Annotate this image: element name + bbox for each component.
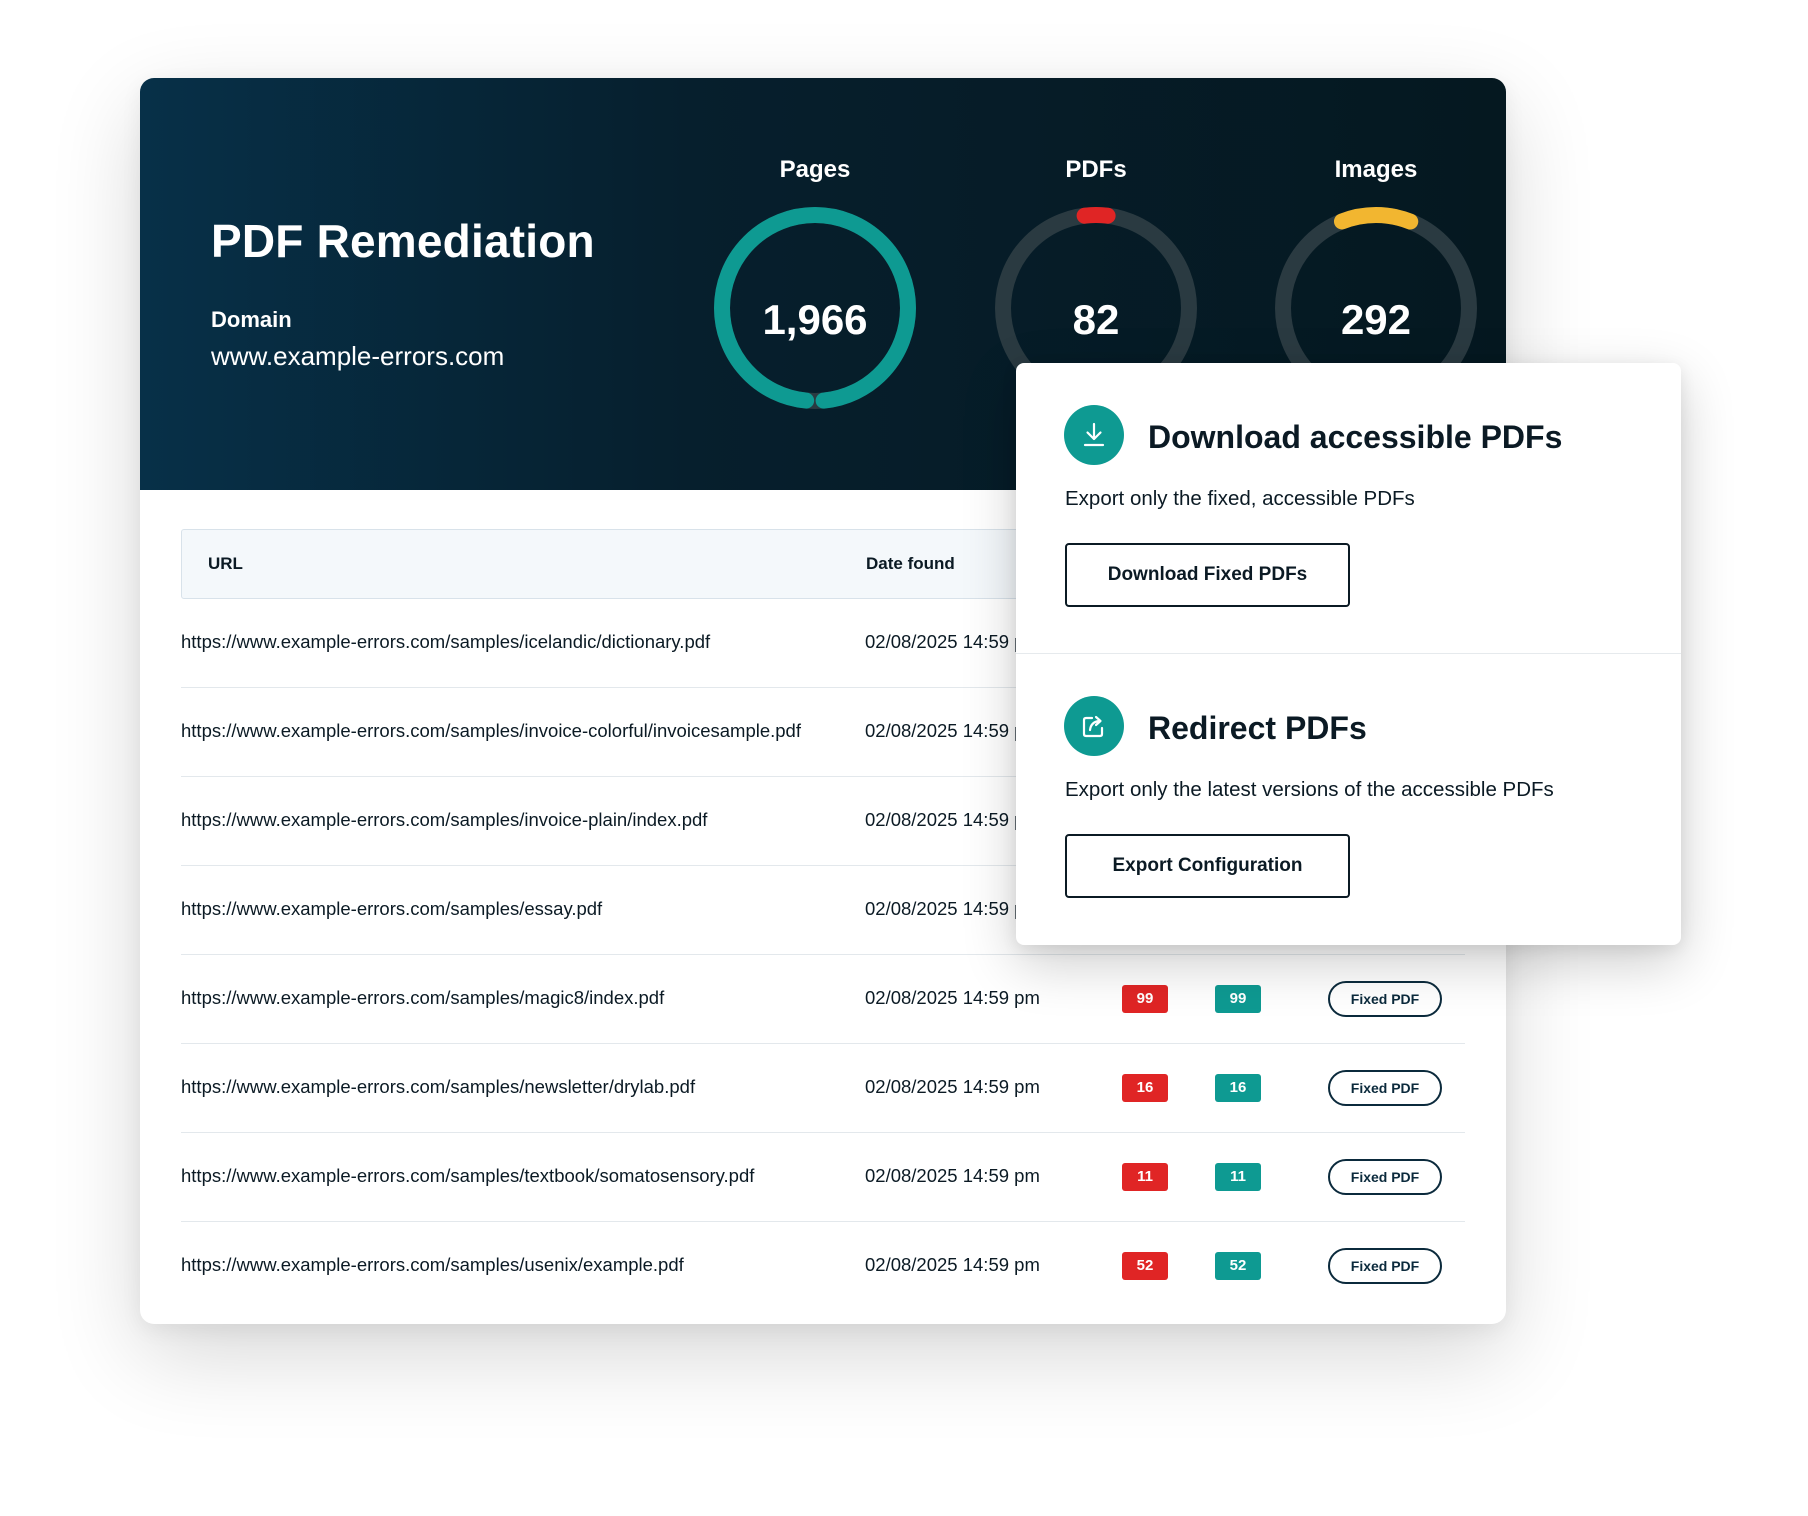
metric-value: 292 bbox=[1340, 296, 1412, 343]
download-description: Export only the fixed, accessible PDFs bbox=[1065, 487, 1415, 510]
fixed-pdf-button[interactable]: Fixed PDF bbox=[1328, 981, 1442, 1017]
table-row: https://www.example-errors.com/samples/u… bbox=[181, 1222, 1465, 1311]
column-header-date[interactable]: Date found bbox=[866, 554, 955, 574]
table-row: https://www.example-errors.com/samples/n… bbox=[181, 1044, 1465, 1133]
error-count-badge: 16 bbox=[1122, 1074, 1168, 1102]
row-date: 02/08/2025 14:59 pm bbox=[865, 631, 1040, 652]
metric-pages: Pages 1,966 bbox=[695, 148, 935, 468]
metric-label: Images bbox=[1334, 156, 1418, 183]
metric-label: PDFs bbox=[1065, 156, 1127, 183]
fixed-count-badge: 16 bbox=[1215, 1074, 1261, 1102]
row-url[interactable]: https://www.example-errors.com/samples/n… bbox=[181, 1076, 695, 1098]
redirect-section: Redirect PDFs Export only the latest ver… bbox=[1016, 654, 1681, 944]
row-date: 02/08/2025 14:59 pm bbox=[865, 720, 1040, 741]
row-url[interactable]: https://www.example-errors.com/samples/i… bbox=[181, 631, 710, 653]
download-icon bbox=[1064, 405, 1124, 465]
error-count-badge: 99 bbox=[1122, 985, 1168, 1013]
page-title: PDF Remediation bbox=[211, 215, 595, 267]
row-date: 02/08/2025 14:59 pm bbox=[865, 1076, 1040, 1097]
download-icon-glyph bbox=[1083, 422, 1105, 447]
row-date: 02/08/2025 14:59 pm bbox=[865, 1165, 1040, 1186]
fixed-pdf-button[interactable]: Fixed PDF bbox=[1328, 1070, 1442, 1106]
row-url[interactable]: https://www.example-errors.com/samples/i… bbox=[181, 720, 801, 742]
domain-value: www.example-errors.com bbox=[211, 341, 505, 371]
row-date: 02/08/2025 14:59 pm bbox=[865, 898, 1040, 919]
row-url[interactable]: https://www.example-errors.com/samples/t… bbox=[181, 1165, 754, 1187]
export-menu: Download accessible PDFs Export only the… bbox=[1016, 363, 1681, 945]
metric-value: 82 bbox=[1072, 296, 1120, 343]
error-count-badge: 52 bbox=[1122, 1252, 1168, 1280]
fixed-pdf-button[interactable]: Fixed PDF bbox=[1328, 1248, 1442, 1284]
fixed-count-badge: 99 bbox=[1215, 985, 1261, 1013]
metric-label: Pages bbox=[779, 156, 851, 183]
redirect-icon-glyph bbox=[1082, 715, 1104, 738]
redirect-description: Export only the latest versions of the a… bbox=[1065, 778, 1554, 801]
download-section: Download accessible PDFs Export only the… bbox=[1016, 363, 1681, 653]
row-url[interactable]: https://www.example-errors.com/samples/i… bbox=[181, 809, 707, 831]
redirect-icon bbox=[1064, 696, 1124, 756]
row-date: 02/08/2025 14:59 pm bbox=[865, 809, 1040, 830]
table-row: https://www.example-errors.com/samples/m… bbox=[181, 955, 1465, 1044]
redirect-title: Redirect PDFs bbox=[1148, 710, 1367, 746]
export-configuration-button[interactable]: Export Configuration bbox=[1065, 834, 1350, 898]
domain-label: Domain bbox=[211, 307, 292, 332]
fixed-count-badge: 52 bbox=[1215, 1252, 1261, 1280]
row-url[interactable]: https://www.example-errors.com/samples/e… bbox=[181, 898, 602, 920]
error-count-badge: 11 bbox=[1122, 1163, 1168, 1191]
row-url[interactable]: https://www.example-errors.com/samples/m… bbox=[181, 987, 664, 1009]
fixed-pdf-button[interactable]: Fixed PDF bbox=[1328, 1159, 1442, 1195]
row-date: 02/08/2025 14:59 pm bbox=[865, 987, 1040, 1008]
column-header-url[interactable]: URL bbox=[208, 554, 243, 574]
row-url[interactable]: https://www.example-errors.com/samples/u… bbox=[181, 1254, 684, 1276]
metric-value: 1,966 bbox=[762, 296, 868, 343]
fixed-count-badge: 11 bbox=[1215, 1163, 1261, 1191]
row-date: 02/08/2025 14:59 pm bbox=[865, 1254, 1040, 1275]
table-row: https://www.example-errors.com/samples/t… bbox=[181, 1133, 1465, 1222]
download-title: Download accessible PDFs bbox=[1148, 419, 1563, 455]
download-fixed-pdfs-button[interactable]: Download Fixed PDFs bbox=[1065, 543, 1350, 607]
